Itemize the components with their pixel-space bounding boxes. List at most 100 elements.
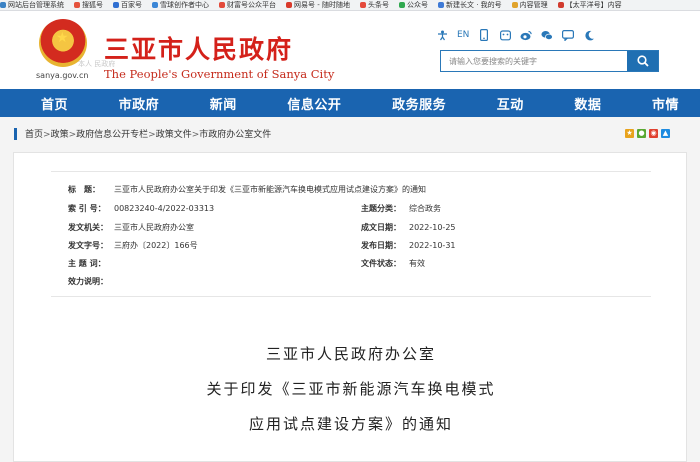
site-header: ★ sanya.gov.cn 本人 民政府 三亚市人民政府 The People… bbox=[0, 11, 700, 89]
breadcrumb-separator: > bbox=[148, 130, 156, 140]
meta-published-value: 2022-10-31 bbox=[409, 241, 456, 250]
breadcrumb-bar: 首页>政策>政府信息公开专栏>政策文件>市政府办公室文件 ★ ● ◉ ▲ bbox=[0, 117, 700, 149]
english-link[interactable]: EN bbox=[457, 29, 469, 41]
breadcrumb-separator: > bbox=[43, 130, 51, 140]
breadcrumb-link[interactable]: 政策文件 bbox=[156, 130, 192, 140]
bookmark-favicon-icon bbox=[0, 2, 6, 8]
bookmark-item[interactable]: 新建长文 · 我的号 bbox=[437, 0, 502, 10]
bookmark-favicon-icon bbox=[152, 2, 158, 8]
meta-label: 主题分类： bbox=[361, 204, 401, 213]
search-box bbox=[440, 50, 659, 72]
meta-title-row: 标 题： 三亚市人民政府办公室关于印发《三亚市新能源汽车换电模式应用试点建设方案》… bbox=[68, 184, 426, 195]
bookmark-label: 网站后台管理系统 bbox=[8, 1, 64, 9]
message-icon[interactable] bbox=[562, 29, 575, 41]
bookmark-favicon-icon bbox=[113, 2, 119, 8]
meta-created-value: 2022-10-25 bbox=[409, 223, 456, 232]
bookmark-favicon-icon bbox=[557, 2, 564, 8]
meta-index-row: 索 引 号： 00823240-4/2022-03313 bbox=[68, 203, 214, 214]
bookmark-label: 财富号公众平台 bbox=[227, 1, 276, 9]
meta-issuer-value: 三亚市人民政府办公室 bbox=[114, 223, 194, 232]
meta-category-value: 综合政务 bbox=[409, 204, 441, 213]
weibo-icon[interactable] bbox=[520, 29, 533, 41]
document-title-line: 三亚市人民政府办公室 bbox=[265, 345, 436, 363]
bookmark-label: 搜狐号 bbox=[82, 1, 103, 9]
qq-share-icon[interactable]: ▲ bbox=[661, 129, 670, 138]
main-nav: 首页 市政府 新闻 信息公开 政务服务 互动 数据 市情 bbox=[0, 89, 700, 117]
bookmarks-bar: 网站后台管理系统 搜狐号 百家号 雪球创作者中心 财富号公众平台 网易号 - 随时随地 头条… bbox=[0, 0, 700, 11]
breadcrumb-link[interactable]: 政府信息公开专栏 bbox=[76, 130, 148, 140]
wechat-icon[interactable] bbox=[541, 29, 554, 41]
accessibility-icon[interactable] bbox=[436, 29, 448, 41]
breadcrumb-link[interactable]: 政策 bbox=[51, 130, 69, 140]
meta-label: 发布日期： bbox=[361, 241, 401, 250]
weibo-share-icon[interactable]: ◉ bbox=[649, 129, 658, 138]
mobile-icon[interactable] bbox=[478, 29, 490, 41]
search-input[interactable] bbox=[441, 51, 627, 71]
meta-created-row: 成文日期： 2022-10-25 bbox=[361, 222, 456, 233]
nav-item[interactable]: 信息公开 bbox=[287, 94, 341, 113]
site-subtitle: The People's Government of Sanya City bbox=[104, 67, 335, 81]
bookmark-label: 雪球创作者中心 bbox=[160, 1, 209, 9]
bookmark-item[interactable]: 【太平洋号】内容 bbox=[557, 0, 622, 10]
search-button[interactable] bbox=[627, 51, 658, 71]
wechat-share-icon[interactable]: ● bbox=[637, 129, 646, 138]
bookmark-label: 新建长文 · 我的号 bbox=[445, 1, 502, 9]
bookmark-item[interactable]: 内容管理 bbox=[511, 0, 548, 10]
meta-label: 成文日期： bbox=[361, 223, 401, 232]
meta-label: 标 题： bbox=[68, 185, 100, 194]
night-mode-icon[interactable] bbox=[583, 29, 595, 41]
bookmark-favicon-icon bbox=[74, 2, 80, 8]
document-metadata: 标 题： 三亚市人民政府办公室关于印发《三亚市新能源汽车换电模式应用试点建设方案》… bbox=[51, 171, 651, 297]
nav-item[interactable]: 数据 bbox=[574, 94, 601, 113]
bookmark-label: 网易号 - 随时随地 bbox=[294, 1, 350, 9]
meta-keywords-row: 主 题 词： bbox=[68, 258, 114, 269]
meta-title-value: 三亚市人民政府办公室关于印发《三亚市新能源汽车换电模式应用试点建设方案》的通知 bbox=[114, 185, 426, 194]
bookmark-item[interactable]: 网站后台管理系统 bbox=[0, 0, 64, 10]
nav-item[interactable]: 市政府 bbox=[119, 94, 160, 113]
meta-issuer-row: 发文机关： 三亚市人民政府办公室 bbox=[68, 222, 194, 233]
bookmark-item[interactable]: 公众号 bbox=[398, 0, 428, 10]
meta-label: 发文机关： bbox=[68, 223, 108, 232]
qzone-share-icon[interactable]: ★ bbox=[625, 129, 634, 138]
bookmark-favicon-icon bbox=[437, 2, 444, 8]
meta-category-row: 主题分类： 综合政务 bbox=[361, 203, 441, 214]
document-title-line: 应用试点建设方案》的通知 bbox=[248, 415, 453, 433]
meta-label: 主 题 词： bbox=[68, 259, 106, 268]
meta-label: 效力说明： bbox=[68, 277, 108, 286]
bookmark-item[interactable]: 搜狐号 bbox=[74, 0, 103, 10]
meta-docno-value: 三府办〔2022〕166号 bbox=[114, 241, 198, 250]
bookmark-label: 公众号 bbox=[406, 1, 428, 9]
bookmark-label: 【太平洋号】内容 bbox=[565, 1, 622, 9]
bookmark-item[interactable]: 百家号 bbox=[113, 0, 142, 10]
site-title[interactable]: 三亚市人民政府 bbox=[104, 30, 293, 66]
header-icon-bar: EN bbox=[436, 28, 595, 42]
meta-index-value: 00823240-4/2022-03313 bbox=[114, 204, 215, 213]
nav-item[interactable]: 互动 bbox=[497, 94, 524, 113]
article-card: 标 题： 三亚市人民政府办公室关于印发《三亚市新能源汽车换电模式应用试点建设方案》… bbox=[13, 152, 687, 462]
bookmark-item[interactable]: 网易号 - 随时随地 bbox=[286, 0, 350, 10]
nav-item[interactable]: 首页 bbox=[41, 94, 68, 113]
bookmark-item[interactable]: 头条号 bbox=[359, 0, 389, 10]
breadcrumb-marker bbox=[14, 128, 17, 140]
site-url: sanya.gov.cn bbox=[36, 71, 89, 80]
meta-status-row: 文件状态： 有效 bbox=[361, 258, 425, 269]
app-icon[interactable] bbox=[499, 29, 511, 41]
search-icon bbox=[636, 55, 649, 67]
breadcrumb-link[interactable]: 市政府办公室文件 bbox=[199, 130, 271, 140]
bookmark-favicon-icon bbox=[219, 2, 225, 8]
nav-item[interactable]: 政务服务 bbox=[392, 94, 446, 113]
breadcrumb-link[interactable]: 首页 bbox=[25, 130, 43, 140]
bookmark-favicon-icon bbox=[511, 2, 518, 8]
nav-item[interactable]: 新闻 bbox=[210, 94, 237, 113]
bookmark-label: 头条号 bbox=[367, 1, 389, 9]
meta-label: 文件状态： bbox=[361, 259, 401, 268]
bookmark-favicon-icon bbox=[286, 2, 292, 8]
bookmark-item[interactable]: 财富号公众平台 bbox=[219, 0, 276, 10]
document-title-line: 关于印发《三亚市新能源汽车换电模式 bbox=[206, 380, 496, 398]
meta-label: 索 引 号： bbox=[68, 204, 106, 213]
bookmark-favicon-icon bbox=[398, 2, 405, 8]
meta-label: 发文字号： bbox=[68, 241, 108, 250]
nav-item[interactable]: 市情 bbox=[652, 94, 679, 113]
bookmark-favicon-icon bbox=[359, 2, 366, 8]
bookmark-item[interactable]: 雪球创作者中心 bbox=[152, 0, 209, 10]
